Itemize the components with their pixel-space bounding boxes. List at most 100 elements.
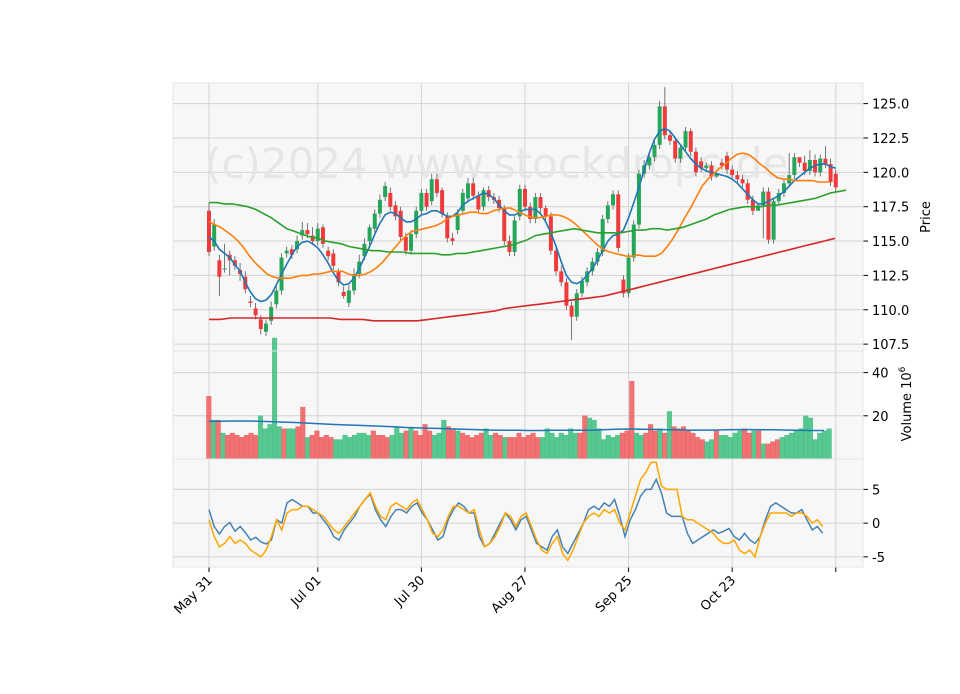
volume-bar: [389, 435, 395, 460]
volume-bar: [619, 432, 625, 460]
candle-up: [771, 201, 776, 240]
volume-bar: [441, 419, 447, 460]
candle-up: [579, 280, 584, 294]
volume-bar: [634, 432, 640, 460]
candle-down: [564, 282, 569, 306]
volume-bar: [328, 437, 334, 460]
candle-up: [704, 165, 709, 169]
volume-bar: [572, 432, 578, 460]
volume-bar: [657, 428, 663, 460]
candle-up: [383, 186, 388, 198]
volume-bar: [568, 428, 574, 460]
candle-up: [372, 213, 377, 229]
volume-bar: [436, 432, 442, 460]
candle-down: [833, 173, 838, 188]
volume-bar: [540, 437, 546, 460]
x-tick-label: Jul 30: [391, 573, 428, 610]
volume-bar: [309, 435, 315, 460]
x-tick-label: Sep 25: [593, 573, 636, 616]
candle-up: [533, 197, 538, 220]
volume-y-tick-label: 40: [872, 367, 889, 382]
volume-bar: [601, 439, 607, 460]
candle-down: [450, 238, 455, 242]
volume-bar: [314, 430, 320, 460]
x-tick-label: Jul 01: [288, 573, 325, 610]
candle-down: [305, 230, 310, 235]
volume-bar: [380, 435, 386, 460]
osc-y-tick-label: 5: [872, 483, 880, 498]
volume-bar: [258, 415, 264, 460]
volume-bar: [239, 437, 245, 460]
candle-down: [740, 179, 745, 184]
volume-bar: [464, 435, 470, 460]
volume-bar: [704, 441, 710, 460]
candle-down: [424, 192, 429, 207]
volume-bar: [262, 428, 268, 460]
volume-bar: [276, 426, 282, 460]
candle-down: [662, 106, 667, 136]
volume-bar: [544, 428, 550, 460]
volume-bar: [695, 437, 701, 460]
volume-bar: [413, 430, 419, 460]
candle-down: [331, 253, 336, 266]
volume-bar: [323, 435, 329, 460]
volume-bar: [225, 435, 231, 460]
volume-bar: [215, 419, 221, 460]
volume-bar: [305, 437, 311, 460]
volume-bar: [352, 435, 358, 460]
volume-bar: [596, 428, 602, 460]
candle-up: [657, 106, 662, 145]
candle-up: [263, 323, 268, 332]
candle-up: [652, 144, 657, 158]
volume-bar: [681, 426, 687, 460]
volume-bar: [605, 435, 611, 460]
volume-bar: [643, 432, 649, 460]
volume-bar: [728, 437, 734, 460]
volume-bar: [530, 432, 536, 460]
volume-bar: [591, 419, 597, 460]
volume-bar: [403, 430, 409, 460]
candle-up: [611, 194, 616, 206]
volume-bar: [366, 435, 372, 460]
price-y-tick-label: 120.0: [872, 166, 909, 181]
volume-bar: [563, 435, 569, 460]
volume-bar: [243, 435, 249, 460]
volume-bar: [737, 430, 743, 460]
volume-y-tick-label: 20: [872, 410, 889, 425]
volume-bar: [699, 439, 705, 460]
candle-up: [274, 290, 279, 305]
volume-bar: [234, 435, 240, 460]
volume-bar: [751, 430, 757, 460]
candle-down: [476, 195, 481, 210]
volume-bar: [525, 435, 531, 460]
volume-bar: [723, 435, 729, 460]
candle-down: [538, 197, 543, 209]
candle-up: [419, 192, 424, 211]
candle-down: [569, 305, 574, 317]
volume-bar: [375, 435, 381, 460]
volume-bar: [267, 424, 273, 460]
volume-bar: [760, 443, 766, 460]
oscillator-panel-bg: [173, 459, 863, 567]
candle-down: [217, 260, 222, 277]
candle-up: [346, 290, 351, 303]
volume-bar: [210, 419, 216, 460]
volume-bar: [384, 437, 390, 460]
volume-bar: [319, 437, 325, 460]
volume-bar: [361, 432, 367, 460]
volume-bar: [347, 437, 353, 460]
candle-down: [388, 192, 393, 207]
volume-bar: [220, 432, 226, 460]
volume-bar: [337, 439, 343, 460]
volume-bar: [765, 443, 771, 460]
candle-up: [626, 257, 631, 294]
volume-bar: [342, 435, 348, 460]
osc-y-tick-label: -5: [872, 551, 885, 566]
candle-up: [284, 250, 289, 254]
price-y-tick-label: 122.5: [872, 132, 909, 147]
volume-bar: [300, 406, 306, 460]
volume-bar: [770, 441, 776, 460]
volume-bar: [826, 428, 832, 460]
candle-up: [792, 157, 797, 176]
volume-bar: [779, 437, 785, 460]
